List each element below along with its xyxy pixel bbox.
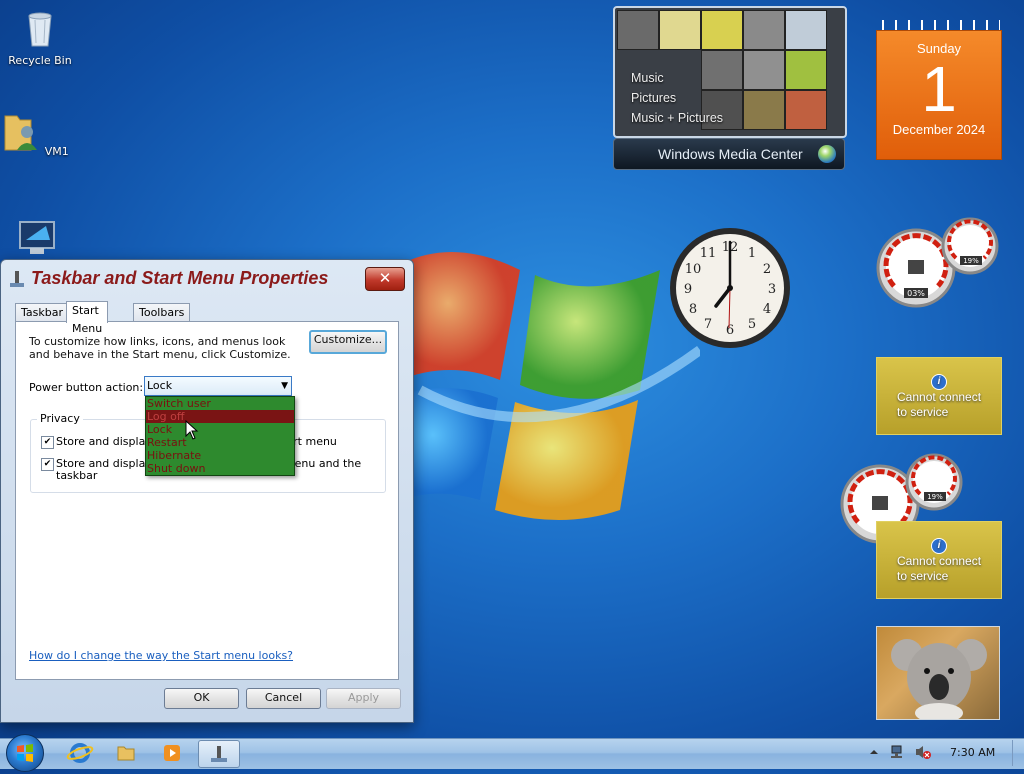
taskbar-clock[interactable]: 7:30 AM <box>950 746 995 759</box>
start-menu-tab-panel: To customize how links, icons, and menus… <box>15 321 399 680</box>
customize-description: To customize how links, icons, and menus… <box>29 335 291 361</box>
internet-explorer-icon <box>66 743 94 763</box>
power-button-value: Lock <box>147 379 173 392</box>
chevron-down-icon: ▼ <box>281 381 288 391</box>
media-center-orb-icon <box>818 145 836 163</box>
cancel-button[interactable]: Cancel <box>246 688 321 709</box>
option-restart[interactable]: Restart <box>146 436 294 449</box>
media-center-launch-bar[interactable]: Windows Media Center <box>613 138 845 170</box>
option-switch-user[interactable]: Switch user <box>146 397 294 410</box>
info-icon: i <box>931 538 947 554</box>
cpu-meter-gadget[interactable]: 03% 19% <box>876 216 1000 308</box>
svg-text:2: 2 <box>763 262 771 277</box>
svg-text:10: 10 <box>685 262 702 277</box>
checkbox-checked-icon[interactable]: ✔ <box>41 436 54 449</box>
media-center-tiles[interactable]: Music Pictures Music + Pictures <box>613 6 847 138</box>
windows-logo-wallpaper <box>400 252 700 520</box>
computer-icon[interactable] <box>16 220 60 260</box>
option-shut-down[interactable]: Shut down <box>146 462 294 475</box>
privacy-label: Privacy <box>37 412 83 425</box>
calendar-day-number: 1 <box>921 53 957 125</box>
svg-text:8: 8 <box>689 302 697 317</box>
weather-message-line1: Cannot connect <box>897 390 982 404</box>
media-center-menu-music[interactable]: Music <box>631 68 723 88</box>
option-hibernate[interactable]: Hibernate <box>146 449 294 462</box>
weather-gadget[interactable]: i Cannot connect to service <box>876 357 1002 435</box>
taskbar-internet-explorer[interactable] <box>60 740 100 766</box>
koala-photo <box>891 639 987 719</box>
folder-icon <box>117 746 135 761</box>
svg-text:11: 11 <box>700 246 717 261</box>
cpu-meter-1-right-value: 19% <box>963 257 979 265</box>
dialog-title: Taskbar and Start Menu Properties <box>31 268 329 288</box>
help-link[interactable]: How do I change the way the Start menu l… <box>29 649 293 662</box>
show-hidden-icons-icon[interactable] <box>868 746 880 758</box>
close-button[interactable]: ✕ <box>365 267 405 291</box>
taskbar-properties-icon <box>10 271 24 287</box>
taskbar-properties-icon <box>211 746 227 762</box>
weather-message-line2: to service <box>897 569 949 583</box>
clock-gadget[interactable]: 1212 345 678 91011 <box>668 226 792 350</box>
taskbar-start-menu-properties-dialog: Taskbar and Start Menu Properties ✕ Task… <box>0 259 414 723</box>
mouse-cursor-icon <box>185 420 199 440</box>
customize-button[interactable]: Customize... <box>309 330 387 354</box>
tab-taskbar[interactable]: Taskbar <box>15 303 69 322</box>
vm1-shortcut[interactable]: VM1 <box>0 112 73 158</box>
checkbox-checked-icon[interactable]: ✔ <box>41 458 54 471</box>
media-center-menu: Music Pictures Music + Pictures <box>631 68 723 128</box>
svg-text:6: 6 <box>726 323 734 338</box>
media-center-menu-pictures[interactable]: Pictures <box>631 88 723 108</box>
power-button-select[interactable]: Lock ▼ <box>144 376 292 396</box>
ok-button[interactable]: OK <box>164 688 239 709</box>
svg-text:5: 5 <box>748 317 756 332</box>
tab-toolbars[interactable]: Toolbars <box>133 303 191 322</box>
privacy-option-items-text-c: taskbar <box>56 469 98 482</box>
option-lock[interactable]: Lock <box>146 423 294 436</box>
weather-message-line2: to service <box>897 405 949 419</box>
calendar-page: Sunday 1 December 2024 <box>876 30 1002 160</box>
media-center-gadget[interactable]: Music Pictures Music + Pictures Windows … <box>613 6 847 170</box>
svg-text:3: 3 <box>768 282 776 297</box>
svg-text:7: 7 <box>704 317 712 332</box>
slideshow-gadget[interactable] <box>876 626 1000 720</box>
info-icon: i <box>931 374 947 390</box>
show-desktop-button[interactable] <box>1012 740 1024 766</box>
recycle-bin-shortcut[interactable]: Recycle Bin <box>2 8 78 67</box>
taskbar-explorer[interactable] <box>106 740 146 766</box>
tab-start-menu[interactable]: Start Menu <box>66 301 109 335</box>
svg-text:4: 4 <box>763 302 771 317</box>
media-center-menu-music-pictures[interactable]: Music + Pictures <box>631 108 723 128</box>
weather-gadget-2[interactable]: i Cannot connect to service <box>876 521 1002 599</box>
calendar-month-year: December 2024 <box>892 122 986 137</box>
media-center-bar-label: Windows Media Center <box>658 146 803 162</box>
power-button-label: Power button action: <box>29 381 144 394</box>
option-log-off[interactable]: Log off <box>146 410 294 423</box>
recycle-bin-label: Recycle Bin <box>8 54 72 67</box>
volume-muted-icon[interactable] <box>914 744 932 760</box>
cpu-meter-2-right-value: 19% <box>927 493 943 501</box>
svg-text:9: 9 <box>684 282 692 297</box>
user-folder-icon <box>4 115 38 151</box>
calendar-gadget[interactable]: Sunday 1 December 2024 <box>876 20 1002 160</box>
vm1-label: VM1 <box>44 145 69 158</box>
weather-message-line1: Cannot connect <box>897 554 982 568</box>
recycle-bin-icon <box>28 12 52 47</box>
taskbar-media-player[interactable] <box>152 740 192 766</box>
apply-button[interactable]: Apply <box>326 688 401 709</box>
cpu-meter-1-left-value: 03% <box>907 289 925 298</box>
power-button-dropdown-list[interactable]: Switch user Log off Lock Restart Hiberna… <box>145 396 295 476</box>
svg-text:1: 1 <box>748 246 756 261</box>
windows-orb-icon <box>17 744 33 762</box>
network-icon[interactable] <box>890 744 906 760</box>
start-button[interactable] <box>6 734 44 772</box>
media-player-icon <box>164 745 180 761</box>
taskbar-properties-window[interactable] <box>198 740 240 768</box>
